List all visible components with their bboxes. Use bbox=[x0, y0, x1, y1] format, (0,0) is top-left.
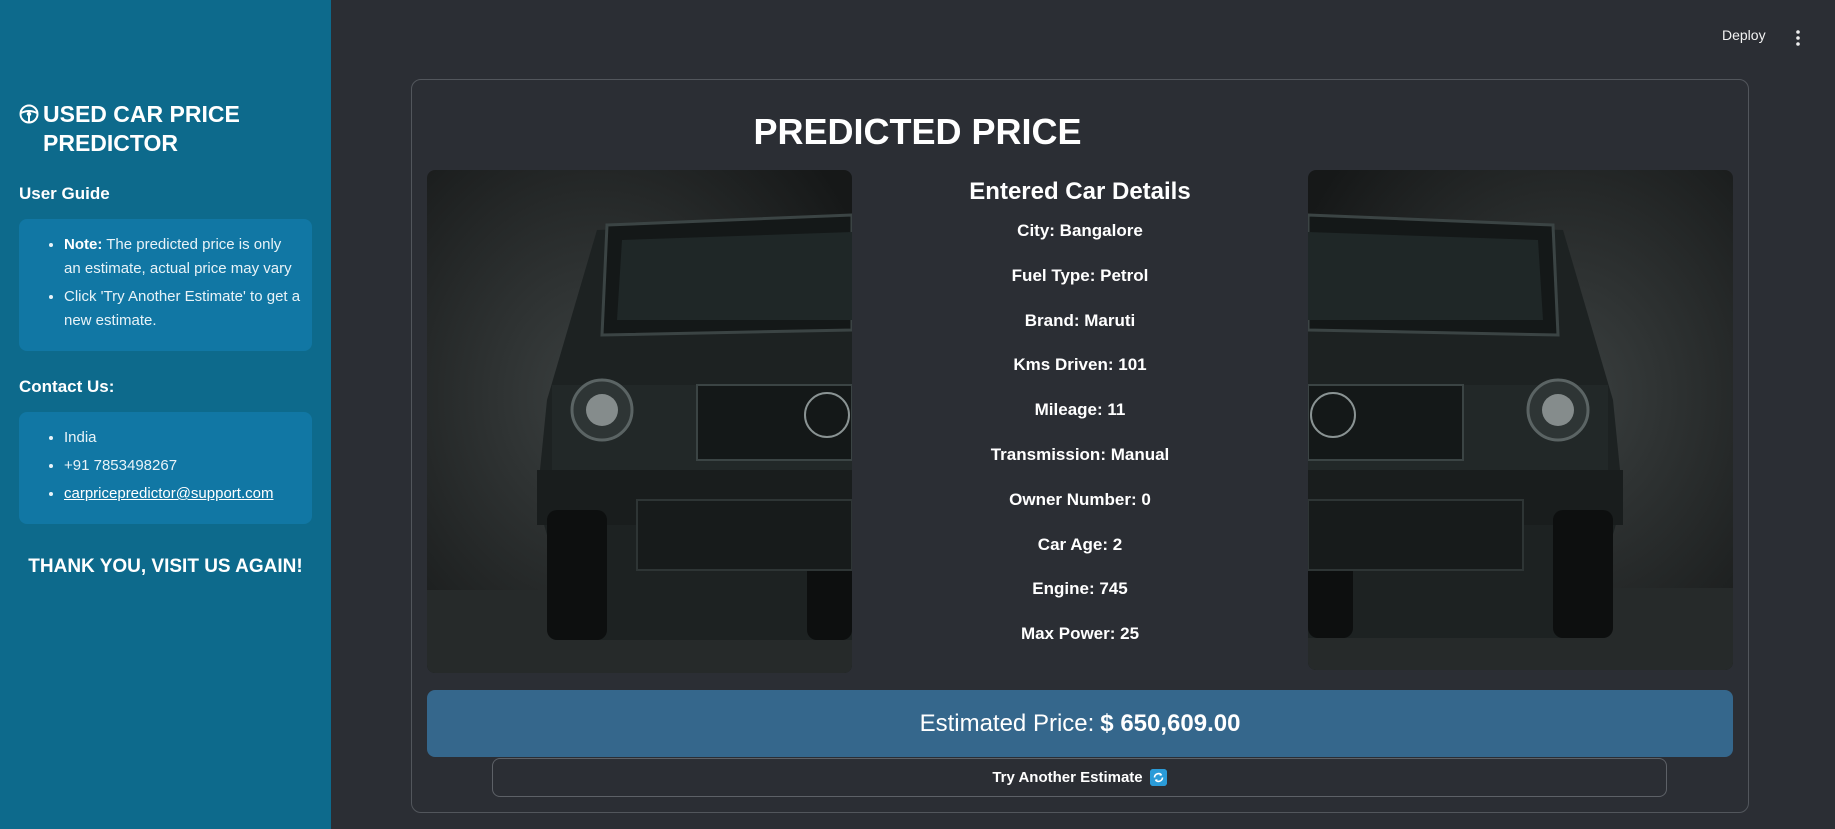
user-guide-note: Note: The predicted price is only an est… bbox=[64, 233, 302, 281]
detail-owner-number: Owner Number: 0 bbox=[1009, 489, 1151, 509]
note-label: Note: bbox=[64, 236, 103, 253]
try-another-estimate-button[interactable]: Try Another Estimate bbox=[492, 758, 1667, 797]
contact-country: India bbox=[64, 426, 302, 450]
user-guide-tip: Click 'Try Another Estimate' to get a ne… bbox=[64, 285, 302, 333]
details-heading: Entered Car Details bbox=[969, 178, 1191, 205]
contact-email-item: carpricepredictor@support.com bbox=[64, 482, 302, 506]
thank-you-message: THANK YOU, VISIT US AGAIN! bbox=[28, 556, 303, 577]
car-details: Entered Car Details City: Bangalore Fuel… bbox=[880, 178, 1280, 666]
detail-car-age: Car Age: 2 bbox=[1037, 534, 1123, 554]
detail-max-power: Max Power: 25 bbox=[1020, 624, 1140, 644]
detail-kms-driven: Kms Driven: 101 bbox=[1013, 355, 1147, 375]
detail-brand: Brand: Maruti bbox=[1024, 310, 1136, 330]
car-image-right bbox=[1308, 170, 1733, 670]
car-image-left bbox=[427, 170, 852, 673]
detail-engine: Engine: 745 bbox=[1032, 579, 1128, 599]
detail-city: City: Bangalore bbox=[1017, 221, 1143, 240]
refresh-icon bbox=[1149, 769, 1167, 786]
deploy-button[interactable]: Deploy bbox=[1722, 27, 1766, 43]
contact-box: India +91 7853498267 carpricepredictor@s… bbox=[19, 412, 312, 524]
contact-phone: +91 7853498267 bbox=[64, 454, 302, 478]
contact-email-link[interactable]: carpricepredictor@support.com bbox=[64, 485, 273, 502]
price-label: Estimated Price: bbox=[919, 709, 1095, 737]
page-title: PREDICTED PRICE bbox=[753, 111, 1082, 152]
detail-transmission: Transmission: Manual bbox=[990, 444, 1170, 464]
estimated-price-banner: Estimated Price: $ 650,609.00 bbox=[427, 690, 1733, 757]
user-guide-box: Note: The predicted price is only an est… bbox=[19, 219, 312, 351]
detail-fuel-type: Fuel Type: Petrol bbox=[1011, 265, 1149, 285]
retry-button-label: Try Another Estimate bbox=[992, 769, 1143, 786]
vertical-dots-icon[interactable] bbox=[1792, 28, 1804, 48]
detail-mileage: Mileage: 11 bbox=[1034, 400, 1126, 420]
contact-heading: Contact Us: bbox=[19, 377, 115, 396]
price-value: $ 650,609.00 bbox=[1100, 709, 1241, 737]
user-guide-heading: User Guide bbox=[19, 184, 110, 203]
